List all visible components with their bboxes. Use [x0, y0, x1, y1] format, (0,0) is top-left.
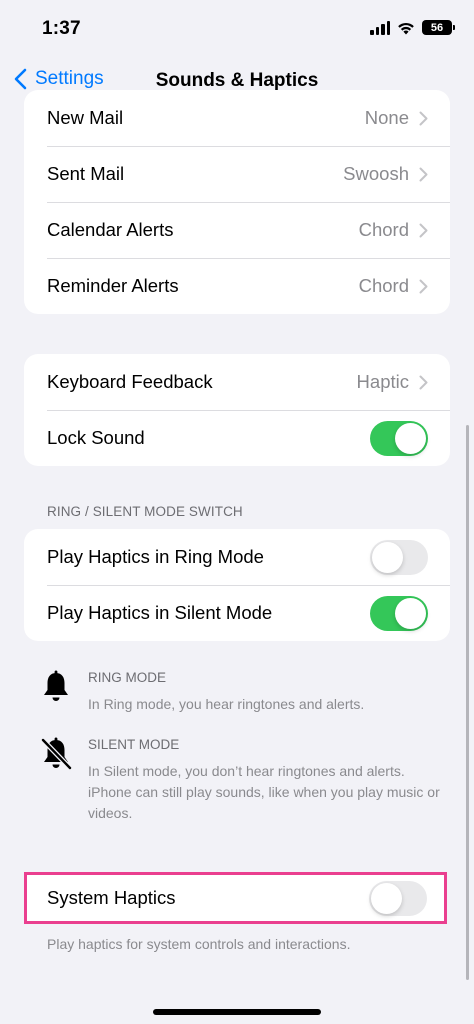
- row-label: Sent Mail: [47, 163, 125, 184]
- chevron-right-icon: [419, 375, 428, 389]
- bell-slash-icon: [41, 737, 72, 770]
- row-label: Reminder Alerts: [47, 275, 179, 296]
- wifi-icon: [398, 22, 414, 34]
- silent-mode-description: In Silent mode, you don’t hear ringtones…: [88, 763, 440, 821]
- row-label: System Haptics: [47, 887, 176, 908]
- lock-sound-toggle[interactable]: [370, 420, 428, 456]
- bell-icon: [44, 670, 68, 701]
- system-haptics-toggle[interactable]: [369, 880, 427, 916]
- ring-mode-description: In Ring mode, you hear ringtones and ale…: [88, 696, 365, 712]
- status-time: 1:37: [42, 18, 81, 39]
- row-label: Keyboard Feedback: [47, 371, 213, 392]
- sent-mail-row[interactable]: Sent Mail Swoosh: [24, 146, 450, 202]
- chevron-right-icon: [419, 279, 428, 293]
- row-value: None: [364, 107, 409, 128]
- system-haptics-inner: System Haptics: [27, 875, 444, 921]
- signal-icon: [370, 20, 390, 35]
- row-value: Swoosh: [343, 163, 409, 184]
- home-indicator[interactable]: [153, 1009, 321, 1015]
- lock-sound-row: Lock Sound: [24, 410, 450, 466]
- feedback-group: Keyboard Feedback Haptic Lock Sound: [24, 354, 450, 466]
- new-mail-row[interactable]: New Mail None: [24, 90, 450, 146]
- ring-mode-info: RING MODE In Ring mode, you hear rington…: [40, 670, 450, 720]
- row-label: Lock Sound: [47, 427, 145, 448]
- silent-mode-info: SILENT MODE In Silent mode, you don’t he…: [40, 737, 450, 827]
- silent-mode-title: SILENT MODE: [88, 737, 180, 752]
- row-label: Play Haptics in Ring Mode: [47, 546, 264, 567]
- reminder-alerts-row[interactable]: Reminder Alerts Chord: [24, 258, 450, 314]
- haptics-silent-mode-toggle[interactable]: [370, 595, 428, 631]
- section-header-ring-silent: RING / SILENT MODE SWITCH: [47, 504, 243, 519]
- row-value: Chord: [358, 219, 409, 240]
- row-value: Haptic: [356, 371, 409, 392]
- row-value: Chord: [358, 275, 409, 296]
- chevron-right-icon: [419, 223, 428, 237]
- chevron-right-icon: [419, 167, 428, 181]
- status-bar: 1:37 56: [0, 0, 474, 56]
- status-icons: 56: [370, 20, 455, 35]
- battery-icon: 56: [422, 20, 455, 35]
- row-label: New Mail: [47, 107, 124, 128]
- ring-mode-title: RING MODE: [88, 670, 167, 685]
- row-label: Play Haptics in Silent Mode: [47, 602, 273, 623]
- page-title: Sounds & Haptics: [155, 70, 319, 91]
- row-label: Calendar Alerts: [47, 219, 174, 240]
- chevron-right-icon: [419, 111, 428, 125]
- system-haptics-row: System Haptics: [24, 872, 447, 924]
- system-haptics-footer: Play haptics for system controls and int…: [47, 936, 351, 952]
- ring-silent-group: Play Haptics in Ring Mode Play Haptics i…: [24, 529, 450, 641]
- calendar-alerts-row[interactable]: Calendar Alerts Chord: [24, 202, 450, 258]
- alert-tones-group: New Mail None Sent Mail Swoosh Calendar …: [24, 90, 450, 314]
- haptics-silent-mode-row: Play Haptics in Silent Mode: [24, 585, 450, 641]
- scrollbar[interactable]: [466, 425, 469, 980]
- haptics-ring-mode-row: Play Haptics in Ring Mode: [24, 529, 450, 585]
- keyboard-feedback-row[interactable]: Keyboard Feedback Haptic: [24, 354, 450, 410]
- haptics-ring-mode-toggle[interactable]: [370, 539, 428, 575]
